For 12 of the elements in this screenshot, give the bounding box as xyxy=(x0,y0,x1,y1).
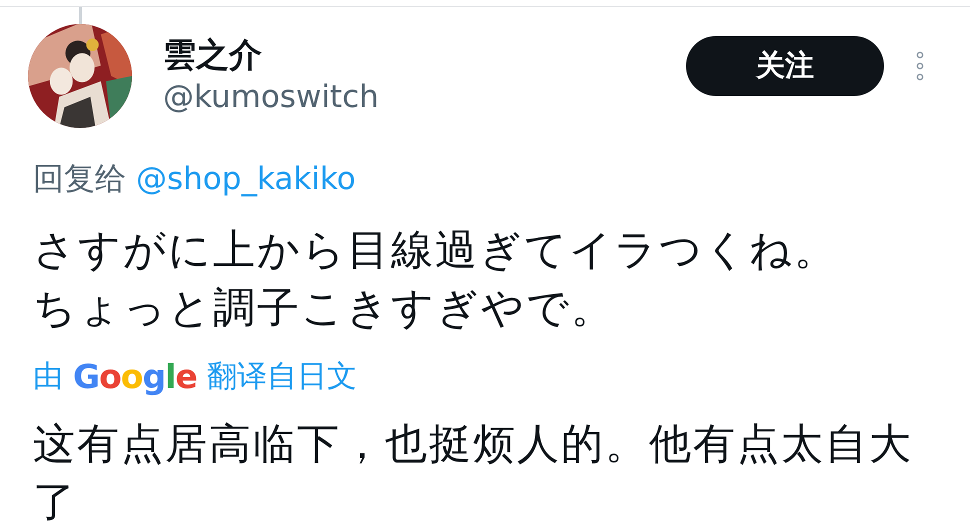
translation-label: 由 xyxy=(33,358,63,396)
translation-label: 翻译自日文 xyxy=(206,358,357,396)
follow-button[interactable]: 关注 xyxy=(686,36,884,96)
author-name: 雲之介 xyxy=(163,35,263,75)
translated-text: 这有点居高临下，也挺烦人的。他有点太自大了 xyxy=(33,418,914,527)
author-handle: @kumoswitch xyxy=(163,78,379,117)
google-logo[interactable]: Google xyxy=(73,357,197,397)
tweet-text-line: さすがに上から目線過ぎてイラつくね。 xyxy=(33,224,839,276)
reply-handle-link[interactable]: @shop_kakiko xyxy=(136,159,356,199)
reply-label: 回复给 xyxy=(33,160,126,199)
tweet-text-line: ちょっと調子こきすぎやで。 xyxy=(33,282,616,334)
more-icon[interactable] xyxy=(916,51,924,81)
